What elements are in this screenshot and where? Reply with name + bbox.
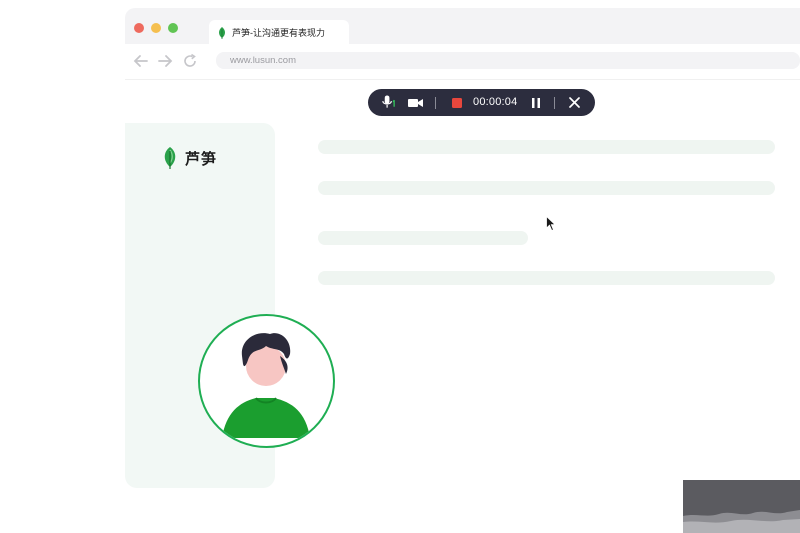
window-controls	[134, 23, 178, 33]
address-bar[interactable]: www.lusun.com	[216, 52, 800, 69]
leaf-icon	[164, 147, 176, 169]
stop-icon[interactable]	[449, 95, 464, 110]
video-preview-thumbnail	[683, 480, 800, 533]
minimize-window-button[interactable]	[151, 23, 161, 33]
leaf-icon	[217, 26, 227, 39]
screen: 芦笋-让沟通更有表现力 www.lusun.com 00:00:04 芦笋	[0, 0, 800, 533]
microphone-icon[interactable]	[381, 95, 396, 110]
logo-text: 芦笋	[185, 150, 218, 168]
content-placeholder	[318, 271, 775, 285]
close-window-button[interactable]	[134, 23, 144, 33]
camera-avatar[interactable]	[198, 314, 335, 448]
toolbar-divider	[554, 97, 555, 109]
arrow-right-icon[interactable]	[157, 53, 173, 69]
toolbar-divider	[435, 97, 436, 109]
browser-navbar: www.lusun.com	[125, 44, 800, 80]
content-placeholder	[318, 181, 775, 195]
camera-icon[interactable]	[408, 95, 423, 110]
recording-toolbar: 00:00:04	[368, 89, 595, 116]
tab-title: 芦笋-让沟通更有表现力	[232, 27, 325, 38]
recording-timer: 00:00:04	[473, 96, 518, 108]
close-icon[interactable]	[567, 95, 582, 110]
maximize-window-button[interactable]	[168, 23, 178, 33]
reload-icon[interactable]	[182, 53, 198, 69]
content-placeholder	[318, 231, 528, 245]
browser-tab[interactable]: 芦笋-让沟通更有表现力	[209, 20, 349, 44]
person-avatar-icon	[222, 333, 310, 438]
content-placeholder	[318, 140, 775, 154]
pause-icon[interactable]	[528, 95, 543, 110]
arrow-left-icon[interactable]	[133, 53, 149, 69]
browser-titlebar: 芦笋-让沟通更有表现力	[125, 8, 800, 44]
mouse-cursor-icon	[546, 216, 556, 232]
site-logo[interactable]: 芦笋	[161, 147, 217, 169]
